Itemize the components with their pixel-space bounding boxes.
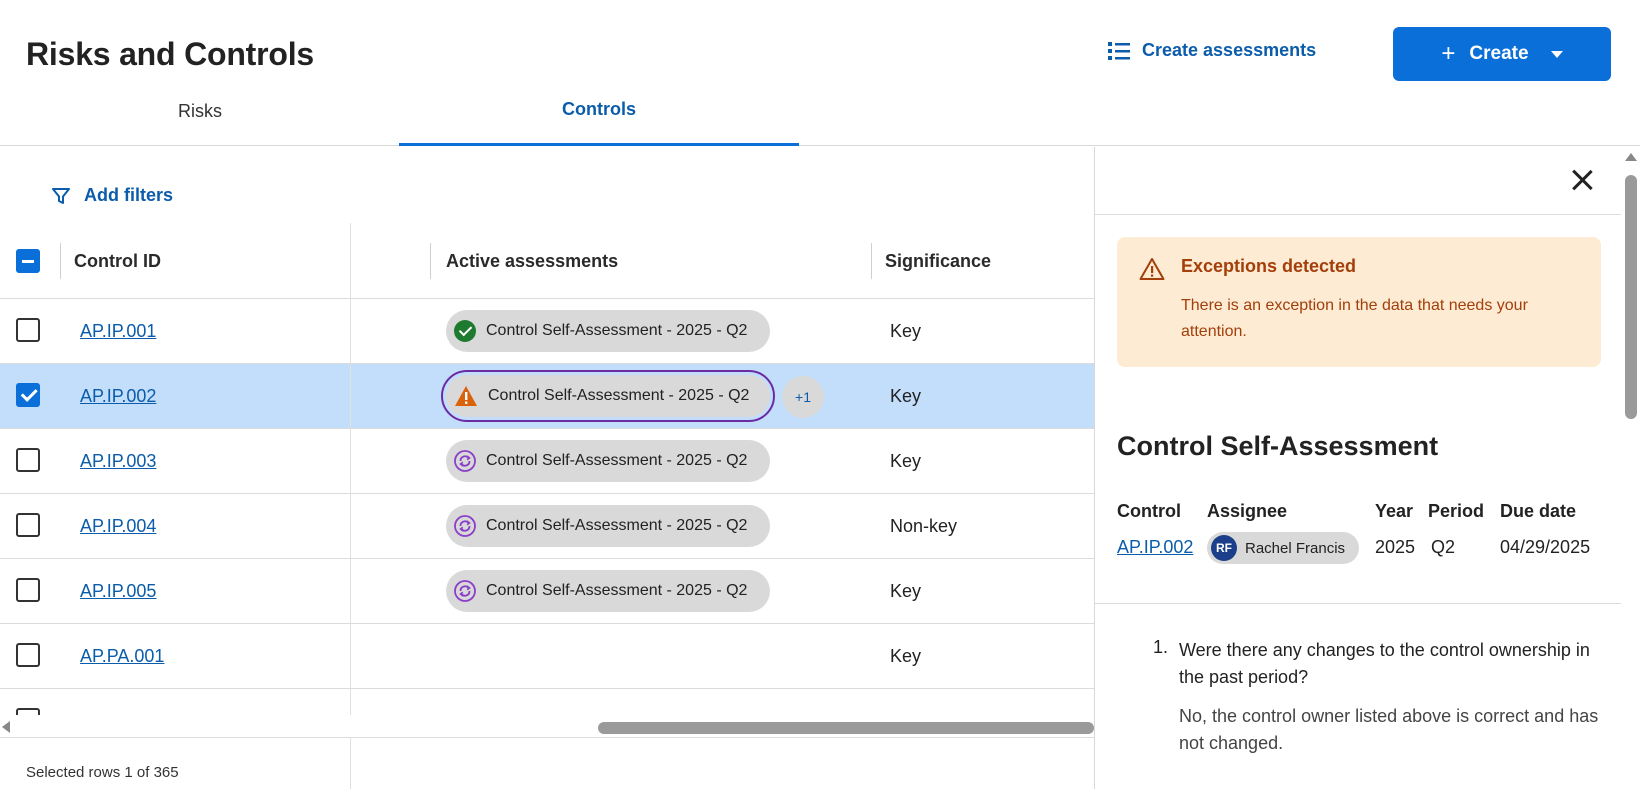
exception-alert: Exceptions detected There is an exceptio… xyxy=(1117,237,1601,367)
assessment-pill[interactable]: Control Self-Assessment - 2025 - Q2 xyxy=(446,310,770,352)
control-id-link[interactable]: AP.IP.002 xyxy=(80,364,156,428)
selected-rows-count: Selected rows 1 of 365 xyxy=(26,764,179,781)
add-filters-button[interactable]: Add filters xyxy=(52,185,173,206)
warning-icon xyxy=(1139,258,1165,280)
scroll-left-icon[interactable] xyxy=(2,721,10,733)
page-title: Risks and Controls xyxy=(26,36,315,72)
significance-value: Key xyxy=(890,385,922,406)
row-checkbox[interactable] xyxy=(16,383,40,407)
footer-divider xyxy=(0,737,1094,738)
question-answer: No, the control owner listed above is co… xyxy=(1179,706,1599,753)
meta-year: 2025 xyxy=(1375,537,1416,557)
create-button-label: Create xyxy=(1469,43,1529,64)
plus-icon: + xyxy=(1441,40,1456,67)
list-icon xyxy=(1108,41,1130,60)
create-assessments-button[interactable]: Create assessments xyxy=(1108,40,1316,61)
table-header: Control ID Active assessments Significan… xyxy=(0,223,1094,299)
meta-period: Q2 xyxy=(1431,537,1456,557)
alert-body: There is an exception in the data that n… xyxy=(1181,297,1528,340)
check-circle-icon xyxy=(454,320,476,342)
filter-icon xyxy=(52,187,70,204)
meta-header-assignee: Assignee xyxy=(1207,501,1288,521)
row-checkbox[interactable] xyxy=(16,448,40,472)
assessment-label: Control Self-Assessment - 2025 - Q2 xyxy=(486,517,748,534)
question-text: Were there any changes to the control ow… xyxy=(1179,640,1590,687)
table-row[interactable]: AP.IP.002 Control Self-Assessment - 2025… xyxy=(0,364,1094,429)
table-row[interactable]: AP.PA.001 Key xyxy=(0,624,1094,689)
column-header-control-id[interactable]: Control ID xyxy=(74,223,161,299)
significance-value: Key xyxy=(890,450,922,471)
meta-control-link[interactable]: AP.IP.002 xyxy=(1117,537,1193,558)
significance-value: Key xyxy=(890,580,922,601)
control-id-link[interactable]: AP.PA.001 xyxy=(80,624,164,688)
control-id-link[interactable]: AP.IP.005 xyxy=(80,559,156,623)
panel-heading: Control Self-Assessment xyxy=(1117,431,1439,461)
assessment-label: Control Self-Assessment - 2025 - Q2 xyxy=(486,582,748,599)
add-filters-label: Add filters xyxy=(84,185,174,205)
assignee-chip: RF Rachel Francis xyxy=(1207,532,1360,564)
assessment-detail-panel: Exceptions detected There is an exceptio… xyxy=(1094,147,1640,789)
meta-header-period: Period xyxy=(1428,501,1485,521)
column-divider xyxy=(60,243,61,279)
assessment-pill[interactable]: Control Self-Assessment - 2025 - Q2 xyxy=(446,505,770,547)
create-button[interactable]: + Create xyxy=(1393,27,1611,81)
assessment-pill[interactable]: Control Self-Assessment - 2025 - Q2 xyxy=(441,370,775,422)
vertical-scrollbar[interactable] xyxy=(1621,147,1640,789)
column-divider xyxy=(430,243,431,279)
warning-icon xyxy=(455,386,477,406)
assignee-name: Rachel Francis xyxy=(1245,539,1346,557)
scrollbar-thumb[interactable] xyxy=(1625,175,1637,419)
horizontal-scrollbar[interactable] xyxy=(0,715,1094,737)
column-divider xyxy=(871,243,872,279)
assessment-pill[interactable]: Control Self-Assessment - 2025 - Q2 xyxy=(446,440,770,482)
column-divider xyxy=(350,223,351,789)
table-row[interactable]: AP.IP.001 Control Self-Assessment - 2025… xyxy=(0,299,1094,364)
close-icon[interactable] xyxy=(1567,165,1597,195)
in-progress-icon xyxy=(454,450,476,472)
significance-value: Key xyxy=(890,645,922,666)
assessment-label: Control Self-Assessment - 2025 - Q2 xyxy=(486,452,748,469)
question-number: 1. xyxy=(1153,637,1169,657)
column-header-active-assessments[interactable]: Active assessments xyxy=(446,223,618,299)
row-checkbox[interactable] xyxy=(16,318,40,342)
create-assessments-label: Create assessments xyxy=(1142,40,1317,60)
panel-header xyxy=(1095,147,1621,215)
row-checkbox[interactable] xyxy=(16,578,40,602)
meta-header-year: Year xyxy=(1375,501,1414,521)
significance-value: Key xyxy=(890,320,922,341)
significance-value: Non-key xyxy=(890,515,958,536)
alert-title: Exceptions detected xyxy=(1181,256,1357,276)
row-checkbox[interactable] xyxy=(16,643,40,667)
row-checkbox[interactable] xyxy=(16,513,40,537)
scroll-up-icon[interactable] xyxy=(1625,153,1637,161)
tab-controls[interactable]: Controls xyxy=(399,90,799,146)
meta-due-date: 04/29/2025 xyxy=(1500,537,1591,557)
in-progress-icon xyxy=(454,580,476,602)
meta-header-due-date: Due date xyxy=(1500,501,1577,521)
table-row[interactable]: AP.IP.004 Control Self-Assessment - 2025… xyxy=(0,494,1094,559)
more-assessments-badge[interactable]: +1 xyxy=(782,376,824,418)
column-header-significance[interactable]: Significance xyxy=(885,223,991,299)
in-progress-icon xyxy=(454,515,476,537)
control-id-link[interactable]: AP.IP.001 xyxy=(80,299,156,363)
chevron-down-icon xyxy=(1550,50,1563,58)
table-row[interactable]: AP.IP.003 Control Self-Assessment - 2025… xyxy=(0,429,1094,494)
table-row[interactable]: AP.IP.005 Control Self-Assessment - 2025… xyxy=(0,559,1094,624)
control-id-link[interactable]: AP.IP.004 xyxy=(80,494,156,558)
tab-risks[interactable]: Risks xyxy=(0,90,400,146)
select-all-checkbox[interactable] xyxy=(16,249,40,273)
control-id-link[interactable]: AP.IP.003 xyxy=(80,429,156,493)
assessment-label: Control Self-Assessment - 2025 - Q2 xyxy=(488,387,750,404)
assessment-label: Control Self-Assessment - 2025 - Q2 xyxy=(486,322,748,339)
meta-header-control: Control xyxy=(1117,501,1181,521)
avatar: RF xyxy=(1211,535,1237,561)
assessment-pill[interactable]: Control Self-Assessment - 2025 - Q2 xyxy=(446,570,770,612)
panel-divider xyxy=(1095,603,1621,604)
controls-table-area: Add filters Control ID Active assessment… xyxy=(0,147,1094,789)
scrollbar-thumb[interactable] xyxy=(598,722,1094,734)
tab-bar: Risks Controls xyxy=(0,90,1640,146)
